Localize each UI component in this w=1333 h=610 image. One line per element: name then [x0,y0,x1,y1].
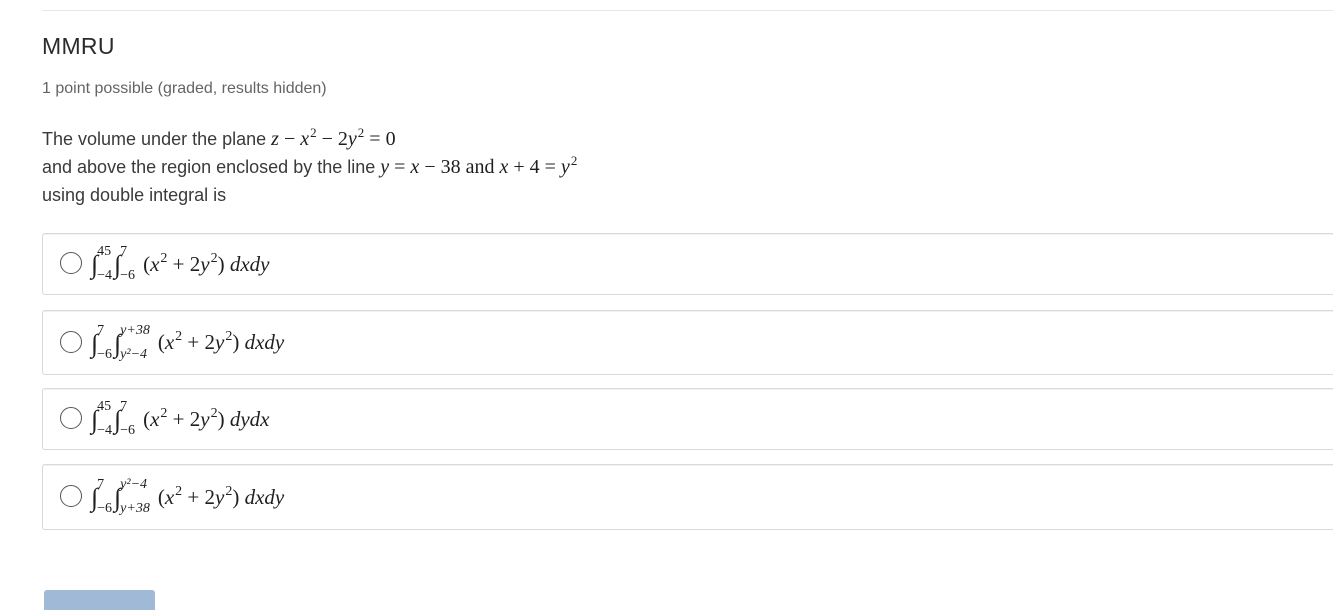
outer-integral: ∫ 7 −6 [91,322,113,362]
region-equations: y = x − 38 and x + 4 = y2 [380,153,578,178]
differential: dxdy [244,330,285,354]
radio-unselected-icon[interactable] [60,252,82,274]
answer-options: ∫ 45 −4 ∫ 7 −6 (x2 + 2y2) dxdy ∫ 7 −6 ∫ y+38 y²−… [42,233,1333,545]
inner-integral: ∫ 7 −6 [114,244,136,283]
outer-integral: ∫ 45 −4 [91,244,113,283]
option-expression: ∫ 7 −6 ∫ y+38 y²−4 (x2 + 2y2) dxdy [91,322,285,362]
submit-button[interactable] [44,590,155,610]
problem-meta: 1 point possible (graded, results hidden… [42,80,327,97]
integrand: (x2 + 2y2) dxdy [143,250,270,276]
prompt-line-2: and above the region enclosed by the lin… [42,153,578,178]
integrand: (x2 + 2y2) dxdy [157,483,285,509]
option-expression: ∫ 45 −4 ∫ 7 −6 (x2 + 2y2) dydx [91,399,270,438]
radio-unselected-icon[interactable] [60,485,82,507]
answer-option-2[interactable]: ∫ 7 −6 ∫ y+38 y²−4 (x2 + 2y2) dxdy [42,310,1333,375]
top-divider [42,10,1333,11]
inner-integral: ∫ 7 −6 [114,399,136,438]
prompt-line-3: using double integral is [42,185,227,205]
problem-prompt: The volume under the plane z − x2 − 2y2 … [42,125,578,209]
differential: dxdy [244,484,285,509]
option-expression: ∫ 45 −4 ∫ 7 −6 (x2 + 2y2) dxdy [91,244,270,283]
differential: dxdy [229,251,270,276]
integrand: (x2 + 2y2) dxdy [157,329,285,354]
differential: dydx [229,406,270,431]
radio-unselected-icon[interactable] [60,330,82,353]
inner-integral: ∫ y+38 y²−4 [114,322,150,362]
inner-integral: ∫ y²−4 y+38 [114,477,150,516]
prompt-line-1: The volume under the plane z − x2 − 2y2 … [42,125,396,150]
outer-integral: ∫ 7 −6 [91,477,113,516]
answer-option-3[interactable]: ∫ 45 −4 ∫ 7 −6 (x2 + 2y2) dydx [42,388,1333,450]
answer-option-4[interactable]: ∫ 7 −6 ∫ y²−4 y+38 (x2 + 2y2) dxdy [42,464,1333,530]
outer-integral: ∫ 45 −4 [91,399,113,438]
radio-unselected-icon[interactable] [60,407,82,429]
integrand: (x2 + 2y2) dydx [143,405,270,431]
answer-option-1[interactable]: ∫ 45 −4 ∫ 7 −6 (x2 + 2y2) dxdy [42,233,1333,295]
plane-equation: z − x2 − 2y2 = 0 [271,125,396,150]
option-expression: ∫ 7 −6 ∫ y²−4 y+38 (x2 + 2y2) dxdy [91,477,285,516]
problem-title: MMRU [42,33,115,59]
